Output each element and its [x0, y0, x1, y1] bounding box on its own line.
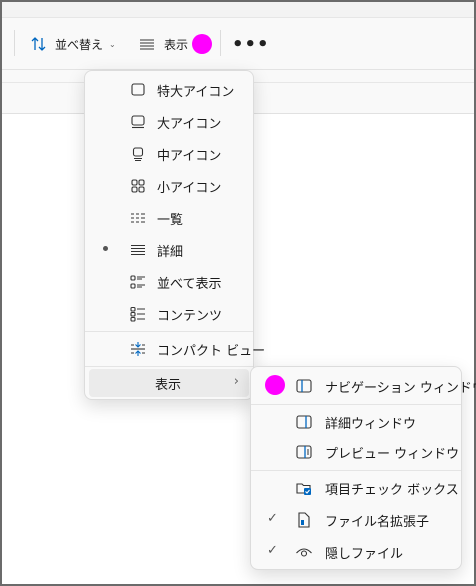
- highlight-marker: [192, 34, 213, 54]
- menu-item-label: コンテンツ: [157, 309, 223, 324]
- menu-item-details[interactable]: 詳細: [89, 235, 249, 265]
- menu-item-label: 大アイコン: [157, 117, 222, 132]
- checkmark-icon: ✓: [267, 511, 278, 526]
- highlight-marker: [265, 375, 285, 395]
- menu-separator: [251, 404, 461, 405]
- menu-item-file-extensions[interactable]: ✓ ファイル名拡張子: [255, 505, 457, 535]
- item-checkbox-icon: [295, 479, 313, 497]
- menu-item-tiles[interactable]: 並べて表示: [89, 267, 249, 297]
- menu-item-extra-large-icons[interactable]: 特大アイコン: [89, 75, 249, 105]
- see-more-button[interactable]: •••: [232, 32, 270, 56]
- selected-bullet-icon: [103, 246, 108, 251]
- menu-item-content[interactable]: コンテンツ: [89, 299, 249, 329]
- view-button[interactable]: 表示: [138, 32, 213, 56]
- extra-large-icons-icon: [129, 81, 147, 99]
- preview-pane-icon: [295, 443, 313, 461]
- toolbar-separator: [220, 30, 221, 56]
- menu-item-large-icons[interactable]: 大アイコン: [89, 107, 249, 137]
- menu-item-label: 中アイコン: [157, 149, 222, 164]
- menu-item-show[interactable]: 表示 ›: [89, 369, 249, 397]
- tiles-icon: [129, 273, 147, 291]
- menu-item-label: 表示: [155, 378, 182, 393]
- small-icons-icon: [129, 177, 147, 195]
- menu-item-item-checkboxes[interactable]: 項目チェック ボックス: [255, 473, 459, 503]
- menu-item-compact-view[interactable]: コンパクト ビュー: [89, 334, 265, 364]
- command-bar: 並べ替え ⌄ 表示 •••: [2, 18, 474, 70]
- menu-separator: [85, 331, 253, 332]
- menu-item-details-pane[interactable]: 詳細ウィンドウ: [255, 407, 457, 437]
- navigation-pane-icon: [295, 377, 313, 395]
- menu-item-list[interactable]: 一覧: [89, 203, 249, 233]
- menu-item-hidden-items[interactable]: ✓ 隠しファイル: [255, 537, 457, 567]
- show-submenu: ナビゲーション ウィンドウ 詳細ウィンドウ プレビュー ウィンドウ 項目チェック…: [250, 366, 476, 570]
- sort-label: 並べ替え: [55, 37, 104, 52]
- menu-item-label: 特大アイコン: [157, 85, 235, 100]
- large-icons-icon: [129, 113, 147, 131]
- file-extension-icon: [295, 511, 313, 529]
- hidden-files-icon: [295, 543, 313, 561]
- more-icon: •••: [232, 33, 270, 55]
- menu-item-label: 隠しファイル: [325, 547, 404, 562]
- content-icon: [129, 305, 147, 323]
- menu-item-label: ナビゲーション ウィンドウ: [325, 381, 476, 396]
- menu-item-label: 小アイコン: [157, 181, 222, 196]
- title-strip: [2, 2, 474, 18]
- sort-button[interactable]: 並べ替え ⌄: [30, 32, 116, 56]
- compact-view-icon: [129, 340, 147, 358]
- view-menu: 特大アイコン 大アイコン 中アイコン 小アイコン 一覧 詳細 並べて表示 コンテ…: [84, 70, 265, 400]
- details-pane-icon: [295, 413, 313, 431]
- toolbar-separator: [14, 30, 15, 56]
- chevron-down-icon: ⌄: [109, 39, 116, 49]
- menu-item-label: 並べて表示: [157, 277, 222, 292]
- menu-item-preview-pane[interactable]: プレビュー ウィンドウ: [255, 437, 460, 467]
- menu-separator: [85, 366, 253, 367]
- menu-item-label: 詳細: [157, 245, 184, 260]
- view-details-icon: [138, 35, 156, 53]
- menu-item-label: 一覧: [157, 213, 184, 228]
- menu-item-label: 詳細ウィンドウ: [325, 417, 417, 432]
- menu-item-small-icons[interactable]: 小アイコン: [89, 171, 249, 201]
- menu-item-label: 項目チェック ボックス: [325, 483, 459, 498]
- view-label: 表示: [164, 37, 189, 52]
- details-icon: [129, 241, 147, 259]
- menu-item-label: ファイル名拡張子: [325, 515, 430, 530]
- list-icon: [129, 209, 147, 227]
- menu-separator: [251, 470, 461, 471]
- menu-item-label: プレビュー ウィンドウ: [325, 447, 460, 462]
- checkmark-icon: ✓: [267, 543, 278, 558]
- menu-item-label: コンパクト ビュー: [157, 344, 266, 359]
- sort-icon: [30, 35, 48, 53]
- medium-icons-icon: [129, 145, 147, 163]
- menu-item-medium-icons[interactable]: 中アイコン: [89, 139, 249, 169]
- chevron-right-icon: ›: [233, 374, 239, 389]
- menu-item-navigation-pane[interactable]: ナビゲーション ウィンドウ: [255, 371, 476, 401]
